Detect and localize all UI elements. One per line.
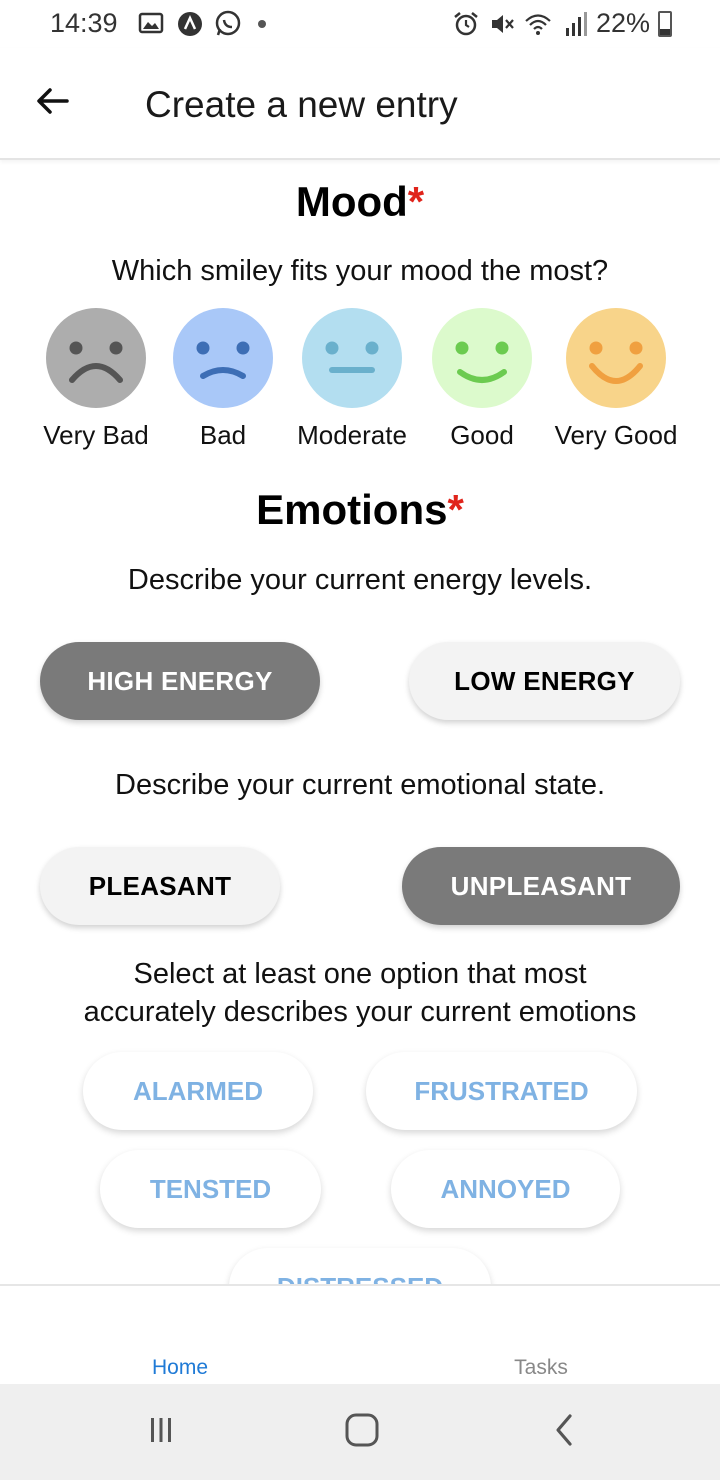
emotions-select-prompt: Select at least one option that most acc… — [0, 955, 720, 1031]
mood-heading: Mood* — [0, 178, 720, 226]
alarm-icon — [452, 10, 480, 38]
state-prompt: Describe your current emotional state. — [115, 769, 605, 801]
emotion-chip-label: ANNOYED — [440, 1173, 571, 1204]
high-energy-button[interactable]: HIGH ENERGY — [40, 642, 320, 720]
emotion-chip-label: DISTRESSED — [277, 1272, 443, 1285]
mood-option-label: Very Good — [554, 420, 678, 450]
wifi-icon — [524, 10, 552, 38]
home-button[interactable] — [337, 1412, 387, 1452]
tab-tasks[interactable]: Tasks — [514, 1356, 568, 1380]
app-bar: Create a new entry — [0, 48, 720, 160]
mood-option-bad[interactable] — [173, 308, 273, 408]
emotions-select-prompt-line1: Select at least one option that most — [133, 958, 587, 990]
smiley-good-icon — [432, 308, 532, 408]
mood-option-label: Bad — [199, 420, 247, 450]
emotion-chip-alarmed[interactable]: ALARMED — [83, 1052, 313, 1130]
mood-option-good[interactable] — [432, 308, 532, 408]
emotion-chip-annoyed[interactable]: ANNOYED — [391, 1150, 620, 1228]
emotions-select-prompt-line2: accurately describes your current emotio… — [83, 996, 637, 1028]
mood-option-moderate[interactable] — [302, 308, 402, 408]
unpleasant-label: UNPLEASANT — [450, 870, 632, 901]
tab-home[interactable]: Home — [152, 1356, 208, 1380]
emotion-chip-frustrated[interactable]: FRUSTRATED — [366, 1052, 637, 1130]
mood-option-label: Very Bad — [43, 420, 149, 450]
emotion-chip-label: ALARMED — [133, 1075, 263, 1106]
high-energy-label: HIGH ENERGY — [87, 665, 273, 696]
arrow-left-icon — [35, 83, 71, 124]
whatsapp-icon — [214, 10, 242, 38]
mood-option-label: Moderate — [297, 420, 407, 450]
emotion-chip-distressed[interactable]: DISTRESSED — [229, 1248, 491, 1284]
system-nav-bar — [0, 1384, 720, 1480]
battery-icon — [658, 10, 672, 37]
mute-icon — [488, 10, 516, 38]
dot-icon — [258, 20, 266, 28]
pleasant-button[interactable]: PLEASANT — [40, 847, 280, 925]
smiley-very-good-icon — [566, 308, 666, 408]
low-energy-label: LOW ENERGY — [454, 665, 635, 696]
required-mark: * — [447, 486, 464, 533]
required-mark: * — [407, 178, 425, 225]
back-nav-button[interactable] — [540, 1412, 590, 1452]
emotion-chip-tensted[interactable]: TENSTED — [100, 1150, 321, 1228]
back-button[interactable] — [28, 78, 78, 128]
smiley-moderate-icon — [302, 308, 402, 408]
status-icons-left — [138, 10, 266, 38]
signal-icon — [560, 10, 588, 38]
status-icons-right: 22% — [452, 8, 672, 39]
low-energy-button[interactable]: LOW ENERGY — [409, 642, 680, 720]
mood-heading-text: Mood — [295, 178, 408, 225]
battery-percentage: 22% — [595, 8, 650, 38]
smiley-very-bad-icon — [46, 308, 146, 408]
pleasant-label: PLEASANT — [88, 870, 232, 901]
recent-apps-button[interactable] — [136, 1412, 186, 1452]
status-time: 14:39 — [50, 8, 118, 38]
entry-form[interactable]: Mood* Which smiley fits your mood the mo… — [0, 162, 720, 1284]
status-bar: 14:39 22% — [0, 0, 720, 48]
image-icon — [138, 10, 166, 38]
app-notification-icon — [176, 10, 204, 38]
bottom-tab-bar: Home Tasks — [0, 1284, 720, 1384]
home-icon — [344, 1412, 380, 1453]
emotion-chip-label: TENSTED — [149, 1173, 272, 1204]
page-title: Create a new entry — [145, 84, 458, 125]
emotion-chip-label: FRUSTRATED — [414, 1075, 589, 1106]
mood-prompt: Which smiley fits your mood the most? — [111, 255, 609, 287]
energy-prompt: Describe your current energy levels. — [127, 564, 593, 596]
mood-option-very-good[interactable] — [566, 308, 666, 408]
unpleasant-button[interactable]: UNPLEASANT — [402, 847, 680, 925]
emotions-heading: Emotions* — [0, 486, 720, 534]
chevron-left-icon — [550, 1413, 580, 1452]
smiley-bad-icon — [173, 308, 273, 408]
mood-option-label: Good — [450, 420, 514, 450]
emotions-heading-text: Emotions — [256, 486, 448, 533]
recent-apps-icon — [146, 1415, 176, 1450]
mood-option-very-bad[interactable] — [46, 308, 146, 408]
